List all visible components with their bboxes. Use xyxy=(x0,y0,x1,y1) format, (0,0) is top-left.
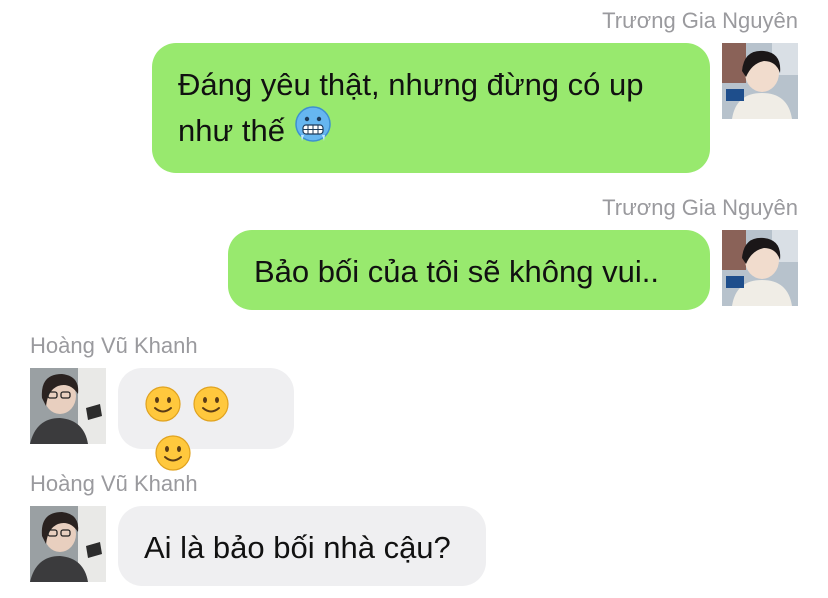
slightly-smiling-face-icon xyxy=(144,385,182,436)
message-text: như thế xyxy=(178,113,285,148)
avatar[interactable] xyxy=(722,230,798,306)
avatar[interactable] xyxy=(30,506,106,582)
sender-name: Hoàng Vũ Khanh xyxy=(30,333,198,358)
message-text-line: như thế xyxy=(178,105,684,156)
sender-name: Hoàng Vũ Khanh xyxy=(30,471,198,496)
avatar[interactable] xyxy=(722,43,798,119)
sender-name: Trương Gia Nguyên xyxy=(602,8,798,33)
avatar[interactable] xyxy=(30,368,106,444)
slightly-smiling-face-icon xyxy=(192,385,230,436)
cold-face-emoji-icon xyxy=(294,105,332,156)
message-bubble-outgoing[interactable]: Đáng yêu thật, nhưng đừng có up như thế xyxy=(152,43,710,173)
message-bubble-incoming[interactable]: Ai là bảo bối nhà cậu? xyxy=(118,506,486,586)
sender-name: Trương Gia Nguyên xyxy=(602,195,798,220)
message-text-line: Đáng yêu thật, nhưng đừng có up xyxy=(178,67,644,102)
message-text: Ai là bảo bối nhà cậu? xyxy=(144,530,451,565)
message-text: Bảo bối của tôi sẽ không vui.. xyxy=(254,254,659,289)
message-bubble-incoming[interactable] xyxy=(118,368,294,471)
chat-thread: Trương Gia Nguyên Đáng yêu thật, nhưng đ… xyxy=(0,0,828,598)
message-bubble-outgoing[interactable]: Bảo bối của tôi sẽ không vui.. xyxy=(228,230,710,310)
